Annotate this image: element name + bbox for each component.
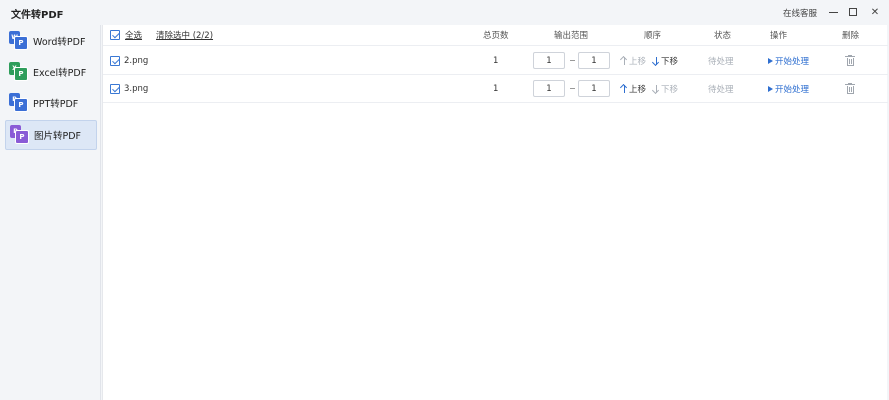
close-icon: ✕ [870, 6, 880, 18]
sidebar-item-label: 图片转PDF [34, 131, 82, 142]
sidebar-item-image-to-pdf[interactable]: P P 图片转PDF [5, 120, 97, 150]
arrow-down-icon [652, 84, 660, 94]
ppt-icon: P P [9, 93, 29, 113]
header-delete: 删除 [842, 31, 860, 41]
delete-button[interactable] [845, 75, 855, 102]
start-process-button[interactable]: 开始处理 [768, 47, 809, 74]
table-row: 2.png 1 1 1 上移 下移 待处理 开始处理 [103, 47, 888, 75]
range-to-input[interactable]: 1 [578, 47, 610, 74]
header-status: 状态 [714, 31, 732, 41]
row-checkbox[interactable] [110, 83, 120, 94]
app-title: 文件转PDF [11, 10, 64, 21]
select-all-control[interactable]: 全选 [110, 25, 142, 45]
file-name: 2.png [124, 55, 149, 66]
play-icon [768, 85, 773, 92]
move-down-button[interactable]: 下移 [652, 75, 678, 102]
start-process-button[interactable]: 开始处理 [768, 75, 809, 102]
row-select[interactable]: 2.png [110, 47, 148, 74]
range-to-input[interactable]: 1 [578, 75, 610, 102]
status-badge: 待处理 [708, 56, 734, 67]
move-up-button[interactable]: 上移 [620, 47, 646, 74]
maximize-icon [849, 8, 857, 16]
minimize-button[interactable] [823, 3, 843, 21]
table-row: 3.png 1 1 1 上移 下移 待处理 开始处理 [103, 75, 888, 103]
arrow-down-icon [652, 56, 660, 66]
close-button[interactable]: ✕ [865, 3, 885, 21]
range-dash [570, 47, 575, 74]
word-icon: W P [9, 31, 29, 51]
move-down-button[interactable]: 下移 [652, 47, 678, 74]
maximize-button[interactable] [843, 3, 863, 21]
row-select[interactable]: 3.png [110, 75, 148, 102]
sidebar: W P Word转PDF X P Excel转PDF P P PPT转PDF P… [0, 25, 101, 400]
arrow-up-icon [620, 56, 628, 66]
select-all-checkbox[interactable] [110, 30, 120, 40]
trash-icon [845, 55, 855, 66]
online-support-link[interactable]: 在线客服 [783, 7, 817, 19]
range-from-input[interactable]: 1 [533, 75, 565, 102]
delete-button[interactable] [845, 47, 855, 74]
clear-selection-link[interactable]: 清除选中 (2/2) [156, 25, 213, 45]
range-from-input[interactable]: 1 [533, 47, 565, 74]
select-all-label[interactable]: 全选 [125, 29, 142, 41]
excel-icon: X P [9, 62, 29, 82]
header-order: 顺序 [644, 31, 662, 41]
header-action: 操作 [770, 31, 788, 41]
play-icon [768, 57, 773, 64]
sidebar-item-excel-to-pdf[interactable]: X P Excel转PDF [5, 57, 97, 87]
image-icon: P P [10, 125, 30, 145]
sidebar-item-ppt-to-pdf[interactable]: P P PPT转PDF [5, 88, 97, 118]
file-name: 3.png [124, 83, 149, 94]
file-list-panel: 全选 清除选中 (2/2) 总页数 输出范围 顺序 状态 操作 删除 2.png [102, 25, 888, 400]
sidebar-item-label: Word转PDF [33, 37, 86, 48]
page-count: 1 [493, 83, 499, 94]
range-dash [570, 75, 575, 102]
header-pages: 总页数 [483, 31, 509, 41]
status-badge: 待处理 [708, 84, 734, 95]
arrow-up-icon [620, 84, 628, 94]
trash-icon [845, 83, 855, 94]
move-up-button[interactable]: 上移 [620, 75, 646, 102]
sidebar-item-word-to-pdf[interactable]: W P Word转PDF [5, 26, 97, 56]
minimize-icon [828, 11, 838, 13]
sidebar-item-label: PPT转PDF [33, 99, 79, 110]
row-checkbox[interactable] [110, 55, 120, 66]
page-count: 1 [493, 55, 499, 66]
sidebar-item-label: Excel转PDF [33, 68, 87, 79]
header-range: 输出范围 [554, 31, 589, 41]
title-bar: 文件转PDF 在线客服 ✕ [0, 0, 889, 25]
table-header: 全选 清除选中 (2/2) 总页数 输出范围 顺序 状态 操作 删除 [103, 25, 888, 46]
